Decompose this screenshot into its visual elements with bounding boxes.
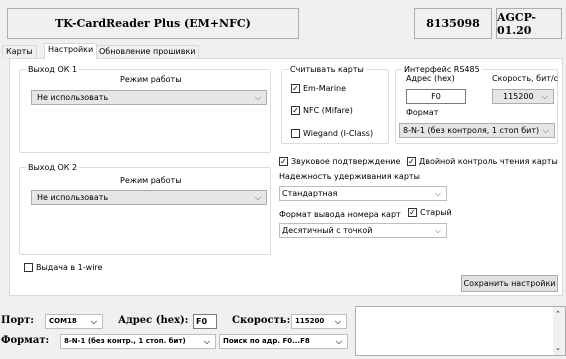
card-format-select[interactable]: Десятичный с точкой ⌵: [279, 223, 447, 238]
speed-select[interactable]: 115200 ⌵: [291, 314, 347, 329]
checkbox-box: [24, 263, 33, 272]
device-title: TK-CardReader Plus (EM+NFC): [7, 8, 299, 39]
check-icon: ✓: [291, 83, 300, 93]
reliability-select[interactable]: Стандартная ⌵: [279, 186, 447, 201]
chevron-down-icon: ⌵: [542, 126, 549, 135]
output2-mode-select[interactable]: Не использовать ⌵: [31, 190, 267, 205]
address-input[interactable]: F0: [193, 314, 217, 329]
chevron-down-icon: ⌵: [434, 189, 441, 198]
output2-legend: Выход ОК 2: [26, 162, 80, 173]
card-format-label: Формат вывода номера карт: [279, 210, 401, 219]
format-select[interactable]: 8-N-1 (без контр., 1 стоп. бит) ⌵: [60, 334, 216, 349]
scroll-up-icon[interactable]: ⌃: [555, 310, 561, 318]
rs485-format-select[interactable]: 8-N-1 (без контроля, 1 стоп бит) ⌵: [399, 123, 555, 138]
onewire-checkbox[interactable]: Выдача в 1-wire: [24, 263, 102, 272]
output2-mode-label: Режим работы: [120, 176, 182, 185]
settings-panel: Выход ОК 1 Режим работы Не использовать ⌵…: [9, 58, 563, 296]
chevron-down-icon: ⌵: [254, 93, 261, 102]
scroll-down-icon[interactable]: ⌄: [555, 344, 561, 352]
rs485-group: Интерфейс RS485 Адрес (hex) Скорость, би…: [395, 64, 559, 144]
rs485-address-label: Адрес (hex): [406, 74, 455, 83]
check-icon: ✓: [408, 207, 417, 217]
reliability-label: Надежность удерживания карты: [279, 172, 420, 181]
nfc-mifare-checkbox[interactable]: ✓ NFC (Mifare): [291, 106, 353, 115]
read-cards-legend: Считывать карты: [288, 64, 366, 75]
firmware-version: AGCP-01.20: [496, 8, 562, 39]
rs485-speed-label: Скорость, бит/с: [492, 74, 559, 83]
output1-mode-select[interactable]: Не использовать ⌵: [31, 90, 267, 105]
serial-number: 8135098: [414, 8, 492, 39]
check-icon: ✓: [291, 105, 300, 115]
chevron-down-icon: ⌵: [434, 226, 441, 235]
chevron-down-icon: ⌵: [541, 92, 548, 101]
output1-mode-label: Режим работы: [120, 75, 182, 84]
tab-cards[interactable]: Карты: [2, 45, 37, 58]
checkbox-box: [291, 129, 300, 138]
port-label: Порт:: [1, 315, 34, 326]
read-cards-group: Считывать карты ✓ Em-Marine ✓ NFC (Mifare)…: [281, 64, 389, 144]
tab-settings[interactable]: Настройки: [44, 43, 98, 59]
output1-group: Выход ОК 1 Режим работы Не использовать ⌵: [19, 64, 271, 153]
wiegand-checkbox[interactable]: Wiegand (I-Class): [291, 129, 373, 138]
sound-confirm-checkbox[interactable]: ✓ Звуковое подтверждение: [279, 157, 400, 166]
rs485-address-input[interactable]: F0: [406, 89, 466, 104]
chevron-down-icon: ⌵: [254, 193, 261, 202]
log-scrollbar[interactable]: ⌃ ⌄: [553, 307, 565, 355]
search-select[interactable]: Поиск по адр. F0...F8 ⌵: [219, 334, 348, 349]
speed-label: Скорость:: [232, 315, 291, 326]
rs485-speed-select[interactable]: 115200 ⌵: [492, 89, 554, 104]
check-icon: ✓: [279, 156, 288, 166]
format-label: Формат:: [1, 335, 50, 346]
output1-legend: Выход ОК 1: [26, 64, 80, 75]
save-settings-button[interactable]: Сохранить настройки: [461, 275, 558, 292]
tab-firmware-update[interactable]: Обновление прошивки: [95, 45, 200, 58]
chevron-down-icon: ⌵: [334, 317, 341, 326]
chevron-down-icon: ⌵: [335, 337, 342, 346]
port-select[interactable]: COM18 ⌵: [45, 314, 103, 329]
check-icon: ✓: [407, 156, 416, 166]
double-check-checkbox[interactable]: ✓ Двойной контроль чтения карты: [407, 157, 558, 166]
chevron-down-icon: ⌵: [90, 317, 97, 326]
rs485-format-label: Формат: [406, 108, 439, 117]
em-marine-checkbox[interactable]: ✓ Em-Marine: [291, 84, 346, 93]
address-label: Адрес (hex):: [118, 315, 189, 326]
old-format-checkbox[interactable]: ✓ Старый: [408, 208, 452, 217]
log-textarea[interactable]: ⌃ ⌄: [355, 306, 566, 356]
output2-group: Выход ОК 2 Режим работы Не использовать ⌵: [19, 162, 271, 255]
chevron-down-icon: ⌵: [203, 337, 210, 346]
